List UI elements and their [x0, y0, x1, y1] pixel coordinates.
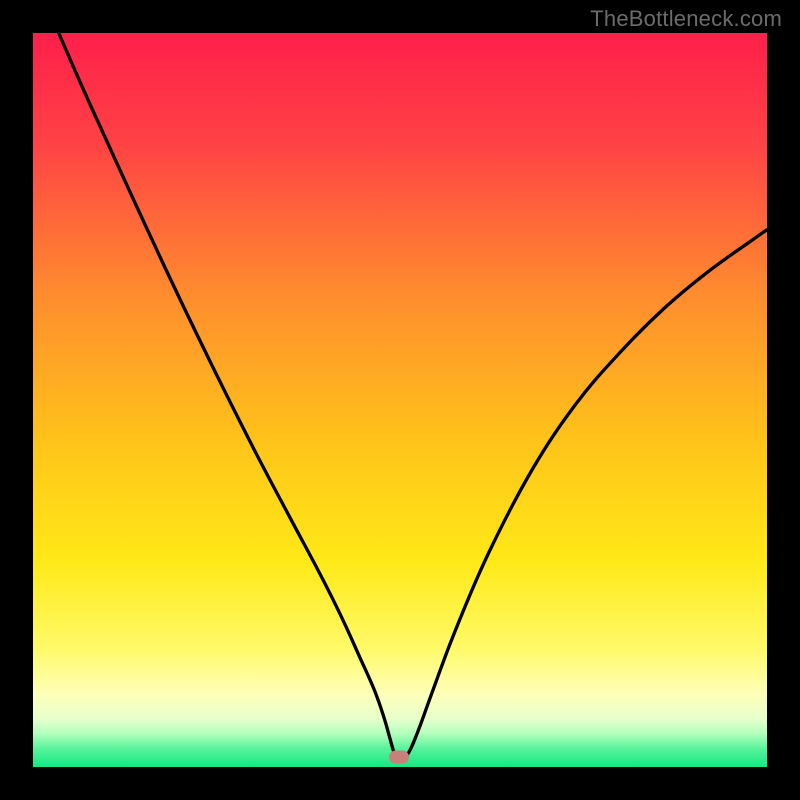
watermark-label: TheBottleneck.com	[590, 6, 782, 32]
optimum-marker	[389, 751, 409, 764]
background-gradient	[33, 33, 767, 767]
chart-frame: TheBottleneck.com	[0, 0, 800, 800]
plot-area	[33, 33, 767, 767]
